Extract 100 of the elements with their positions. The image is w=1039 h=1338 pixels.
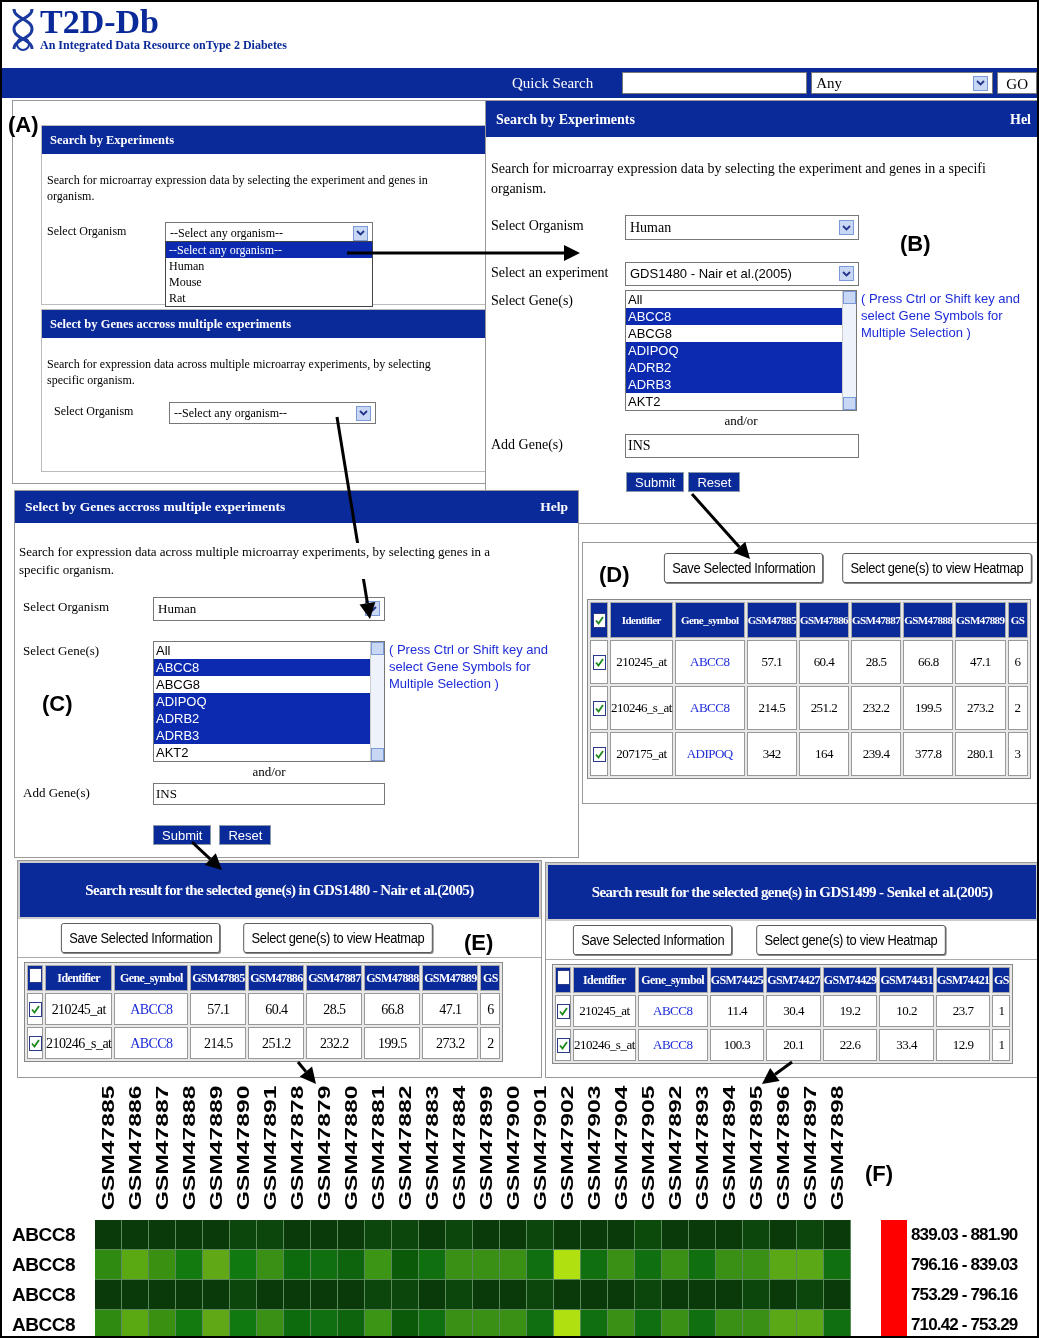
column-label: GSM47889: [208, 1085, 225, 1211]
table-cell: 1: [992, 1029, 1011, 1061]
column-header: GSM47887: [306, 965, 363, 991]
select-dropdown[interactable]: Human: [153, 597, 385, 621]
gene-link[interactable]: ABCC8: [674, 686, 745, 730]
table-cell: 47.1: [422, 993, 479, 1025]
table-cell: 60.4: [248, 993, 305, 1025]
legend-label: 839.03 - 881.90: [911, 1224, 1018, 1247]
table-cell: 199.5: [903, 686, 954, 730]
table-cell: 210246_s_at: [610, 686, 673, 730]
column-header: Gene_symbol: [114, 965, 189, 991]
gene-link[interactable]: ABCC8: [114, 1027, 189, 1059]
field-label: Select Gene(s): [491, 291, 575, 310]
column-label: GSM47900: [505, 1085, 522, 1211]
go-button[interactable]: GO: [997, 72, 1037, 94]
row-checkbox[interactable]: [592, 655, 606, 670]
table-cell: 239.4: [851, 732, 902, 776]
column-label: GSM47894: [721, 1085, 738, 1211]
section-title: Search by Experiments: [496, 110, 635, 129]
and-or-label: and/or: [252, 762, 286, 781]
field-label: Select an experiment: [491, 264, 610, 282]
row-checkbox[interactable]: [592, 747, 606, 762]
action-button[interactable]: Select gene(s) to view Heatmap: [243, 923, 433, 953]
add-genes-field[interactable]: INS: [625, 434, 859, 458]
table-cell: 210245_at: [573, 995, 636, 1027]
scrollbar[interactable]: [842, 290, 856, 410]
row-checkbox[interactable]: [556, 1038, 570, 1053]
row-checkbox[interactable]: [28, 1036, 42, 1051]
row-checkbox[interactable]: [28, 1002, 42, 1017]
column-label: GSM47893: [694, 1085, 711, 1211]
select-dropdown[interactable]: Any: [811, 72, 994, 94]
gene-link[interactable]: ABCC8: [114, 993, 189, 1025]
selection-hint: ( Press Ctrl or Shift key and select Gene Symbols for Multiple Selection ): [861, 289, 1020, 341]
reset-button[interactable]: Reset: [688, 472, 741, 492]
row-checkbox[interactable]: [592, 701, 606, 716]
select-dropdown[interactable]: Human: [625, 215, 859, 240]
submit-button[interactable]: Submit: [626, 472, 685, 492]
column-label: GSM47901: [532, 1085, 549, 1211]
panel-label: (B): [900, 230, 931, 258]
column-header: GSM47889: [422, 965, 479, 991]
select-dropdown[interactable]: --Select any organism--: [169, 402, 376, 424]
row-checkbox[interactable]: [556, 1004, 570, 1019]
action-button[interactable]: Select gene(s) to view Heatmap: [842, 553, 1033, 583]
gene-link[interactable]: ABCC8: [674, 640, 745, 684]
table-cell: 232.2: [306, 1027, 363, 1059]
column-label: GSM47895: [748, 1085, 765, 1211]
description: Search for microarray expression data by selecting the experiment and genes in organism.: [46, 172, 429, 204]
row-label: ABCC8: [11, 1282, 77, 1307]
description: Search for expression data across multiple microarray experiments, by selecting genes in a specific organism.: [19, 543, 491, 579]
column-label: GSM47880: [343, 1085, 360, 1211]
action-button[interactable]: Save Selected Information: [663, 553, 824, 583]
scrollbar[interactable]: [370, 641, 384, 761]
field-label: Add Gene(s): [23, 784, 91, 802]
table-cell: 57.1: [746, 640, 797, 684]
select-all-checkbox[interactable]: [556, 970, 570, 985]
table-cell: 342: [746, 732, 797, 776]
table-cell: 199.5: [364, 1027, 421, 1059]
panel-label: (F): [865, 1160, 894, 1188]
reset-button[interactable]: Reset: [219, 825, 272, 845]
table-cell: 273.2: [955, 686, 1006, 730]
select-dropdown[interactable]: GDS1480 - Nair et al.(2005): [625, 262, 859, 286]
help-link[interactable]: Help: [540, 496, 568, 518]
gene-link[interactable]: ABCC8: [637, 1029, 708, 1061]
action-button[interactable]: Select gene(s) to view Heatmap: [756, 925, 946, 955]
column-header: Gene_symbol: [637, 967, 708, 993]
gene-link[interactable]: ABCC8: [637, 995, 708, 1027]
table-cell: 28.5: [306, 993, 363, 1025]
quick-search-label: Quick Search: [512, 73, 595, 93]
dropdown-caret-icon: [353, 225, 368, 241]
and-or-label: and/or: [724, 411, 758, 430]
select-all-checkbox[interactable]: [592, 613, 606, 628]
add-genes-field[interactable]: INS: [153, 783, 385, 805]
column-header: Gene_symbol: [674, 602, 745, 638]
select-dropdown[interactable]: --Select any organism--: [165, 222, 373, 244]
gene-link[interactable]: ADIPOQ: [674, 732, 745, 776]
select-all-checkbox[interactable]: [28, 968, 42, 983]
column-label: GSM47898: [829, 1085, 846, 1211]
table-cell: 66.8: [903, 640, 954, 684]
legend-label: 753.29 - 796.16: [911, 1284, 1018, 1307]
arrow: [690, 493, 750, 559]
table-cell: 1: [992, 995, 1011, 1027]
legend-label: 796.16 - 839.03: [911, 1254, 1018, 1277]
column-label: GSM47897: [802, 1085, 819, 1211]
table-cell: 33.4: [879, 1029, 934, 1061]
table-cell: 23.7: [935, 995, 991, 1027]
site-logo: T2D-Db: [40, 6, 161, 38]
action-button[interactable]: Save Selected Information: [60, 923, 221, 953]
quick-search-field[interactable]: [622, 72, 808, 94]
field-label: Select Gene(s): [23, 641, 101, 660]
column-header: Identifier: [573, 967, 636, 993]
table-cell: 28.5: [851, 640, 902, 684]
dropdown-caret-icon: [839, 220, 854, 235]
dropdown-option[interactable]: --Select any organism--: [166, 242, 372, 258]
column-label: GSM47878: [289, 1085, 306, 1211]
table-cell: 273.2: [422, 1027, 479, 1059]
column-label: GSM47899: [478, 1085, 495, 1211]
help-link[interactable]: Hel: [1010, 108, 1037, 130]
submit-button[interactable]: Submit: [153, 825, 212, 845]
action-button[interactable]: Save Selected Information: [573, 925, 733, 955]
column-header: Identifier: [45, 965, 113, 991]
